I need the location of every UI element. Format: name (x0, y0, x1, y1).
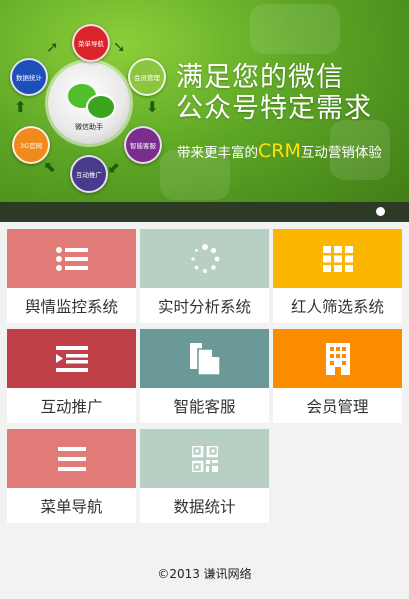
tile-data-stats[interactable]: 数据统计 (140, 429, 269, 523)
tile-icon-area (273, 229, 402, 288)
subtitle-suffix: 互动营销体验 (300, 145, 382, 161)
tile-smart-service[interactable]: 智能客服 (140, 329, 269, 423)
tile-label: 会员管理 (306, 397, 369, 416)
tile-icon-area (7, 429, 136, 488)
arrow-icon: ⬆ (14, 98, 27, 116)
tile-icon-area (7, 329, 136, 388)
tile-realtime-analysis[interactable]: 实时分析系统 (140, 229, 269, 323)
copyright-footer: ©2013 谦讯网络 (157, 567, 252, 581)
banner-headline: 满足您的微信 公众号特定需求 (176, 62, 372, 124)
subtitle-crm: CRM (258, 140, 301, 162)
hub-label: 微信助手 (75, 123, 103, 131)
building-icon (325, 342, 350, 375)
arrow-icon: ⬇ (146, 98, 159, 116)
indent-list-icon (55, 345, 88, 372)
arrow-icon: ➚ (46, 38, 59, 56)
tile-icon-area (7, 229, 136, 288)
tile-icon-area (140, 229, 269, 288)
tile-label: 红人筛选系统 (290, 297, 384, 316)
qr-code-icon (191, 445, 218, 472)
tile-label: 数据统计 (173, 497, 236, 516)
tile-icon-area (140, 429, 269, 488)
wechat-assistant-hub: 微信助手 (48, 62, 130, 144)
tile-member-mgmt[interactable]: 会员管理 (273, 329, 402, 423)
arrow-icon: ⬉ (44, 158, 57, 176)
menu-icon (57, 446, 86, 471)
tile-icon-area (140, 329, 269, 388)
tile-label: 舆情监控系统 (24, 297, 118, 316)
tile-menu-nav[interactable]: 菜单导航 (7, 429, 136, 523)
slider-pager-bar (0, 202, 409, 222)
subtitle-prefix: 带来更丰富的 (177, 145, 258, 161)
tile-promotion[interactable]: 互动推广 (7, 329, 136, 423)
node-data-stats: 数据统计 (10, 58, 48, 96)
promo-banner[interactable]: 微信助手 菜单导航 会员管理 智能客服 互动推广 3G官网 数据统计 ➘ ⬇ ⬋… (0, 0, 409, 222)
headline-line-1: 满足您的微信 (176, 62, 344, 93)
tile-influencer-filter[interactable]: 红人筛选系统 (273, 229, 402, 323)
list-icon (55, 246, 88, 271)
tile-label: 菜单导航 (40, 497, 103, 516)
wechat-bubble-icon (86, 94, 116, 120)
arrow-icon: ➘ (113, 38, 126, 56)
bokeh-decoration (250, 4, 340, 54)
tile-sentiment-monitor[interactable]: 舆情监控系统 (7, 229, 136, 323)
node-smart-service: 智能客服 (124, 126, 162, 164)
node-menu-nav: 菜单导航 (72, 24, 110, 62)
tile-label: 互动推广 (40, 397, 103, 416)
headline-line-2: 公众号特定需求 (176, 93, 372, 124)
node-member-mgmt: 会员管理 (128, 58, 166, 96)
node-promotion: 互动推广 (70, 155, 108, 193)
banner-subtitle: 带来更丰富的CRM互动营销体验 (177, 140, 382, 162)
arrow-icon: ⬋ (108, 158, 121, 176)
slide-indicator-dot[interactable] (376, 207, 385, 216)
grid-icon (322, 245, 353, 272)
tile-icon-area (273, 329, 402, 388)
tile-label: 智能客服 (173, 397, 236, 416)
loading-spinner-icon (190, 243, 219, 273)
tile-label: 实时分析系统 (157, 297, 251, 316)
documents-icon (189, 342, 220, 375)
